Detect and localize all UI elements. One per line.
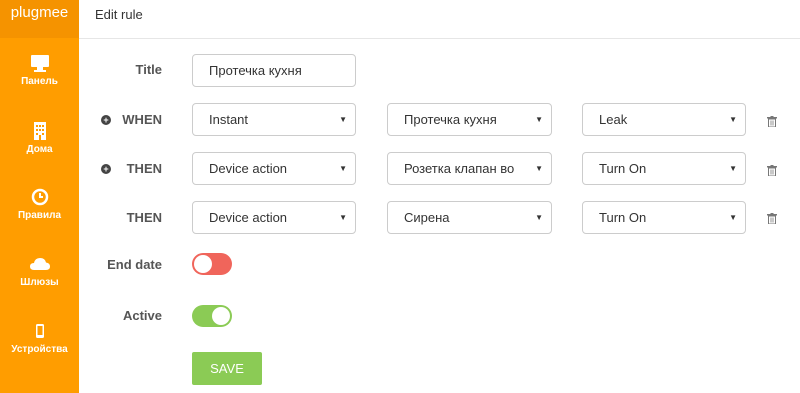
sidebar-item-label: Панель bbox=[21, 76, 58, 87]
select-value: Device action bbox=[209, 161, 288, 176]
end-date-label: End date bbox=[107, 257, 162, 272]
select-value: Протечка кухня bbox=[404, 112, 497, 127]
sidebar-item-devices[interactable]: Устройства bbox=[0, 320, 79, 355]
when-type-select[interactable]: Instant ▼ bbox=[192, 103, 356, 136]
then-label: THEN bbox=[126, 161, 162, 176]
then-action-select[interactable]: Turn On ▼ bbox=[582, 152, 746, 185]
chevron-down-icon: ▼ bbox=[535, 164, 543, 173]
page-title: Edit rule bbox=[95, 7, 143, 22]
trash-icon[interactable] bbox=[767, 116, 777, 127]
sidebar-item-homes[interactable]: Дома bbox=[0, 120, 79, 155]
when-label: WHEN bbox=[122, 112, 162, 127]
chevron-down-icon: ▼ bbox=[729, 213, 737, 222]
save-button[interactable]: SAVE bbox=[192, 352, 262, 385]
sidebar-item-label: Устройства bbox=[11, 344, 68, 355]
sidebar-item-panel[interactable]: Панель bbox=[0, 52, 79, 87]
add-action-icon[interactable]: + bbox=[101, 164, 111, 174]
then-type-select[interactable]: Device action ▼ bbox=[192, 152, 356, 185]
select-value: Instant bbox=[209, 112, 249, 127]
chevron-down-icon: ▼ bbox=[535, 115, 543, 124]
trash-icon[interactable] bbox=[767, 165, 777, 176]
sidebar: plugmee Панель Дома Правила Шлюзы Устрой… bbox=[0, 0, 79, 393]
chevron-down-icon: ▼ bbox=[729, 115, 737, 124]
chevron-down-icon: ▼ bbox=[339, 164, 347, 173]
title-label: Title bbox=[135, 62, 163, 77]
select-value: Leak bbox=[599, 112, 628, 127]
trash-icon[interactable] bbox=[767, 213, 777, 224]
chevron-down-icon: ▼ bbox=[535, 213, 543, 222]
phone-icon bbox=[35, 324, 44, 338]
sidebar-item-label: Шлюзы bbox=[20, 277, 59, 288]
active-label: Active bbox=[122, 308, 162, 323]
chevron-down-icon: ▼ bbox=[729, 164, 737, 173]
select-value: Розетка клапан во bbox=[404, 161, 515, 176]
cloud-icon bbox=[29, 258, 50, 270]
brand-logo[interactable]: plugmee bbox=[0, 0, 79, 38]
toggle-knob bbox=[194, 255, 212, 273]
when-event-select[interactable]: Leak ▼ bbox=[582, 103, 746, 136]
end-date-toggle[interactable] bbox=[192, 253, 232, 275]
when-device-select[interactable]: Протечка кухня ▼ bbox=[387, 103, 552, 136]
then-device-select[interactable]: Розетка клапан во ▼ bbox=[387, 152, 552, 185]
sidebar-item-label: Дома bbox=[26, 144, 53, 155]
top-bar: Edit rule bbox=[79, 0, 800, 39]
then-device-select[interactable]: Сирена ▼ bbox=[387, 201, 552, 234]
sidebar-item-rules[interactable]: Правила bbox=[0, 186, 79, 221]
clock-icon bbox=[31, 188, 48, 206]
select-value: Turn On bbox=[599, 210, 647, 225]
select-value: Turn On bbox=[599, 161, 647, 176]
sidebar-item-label: Правила bbox=[17, 210, 62, 221]
sidebar-item-gateways[interactable]: Шлюзы bbox=[0, 253, 79, 288]
toggle-knob bbox=[212, 307, 230, 325]
add-condition-icon[interactable]: + bbox=[101, 115, 111, 125]
title-input[interactable]: Протечка кухня bbox=[192, 54, 356, 87]
select-value: Сирена bbox=[404, 210, 450, 225]
chevron-down-icon: ▼ bbox=[339, 115, 347, 124]
building-icon bbox=[33, 122, 46, 140]
select-value: Device action bbox=[209, 210, 288, 225]
title-input-value: Протечка кухня bbox=[209, 63, 302, 78]
then-label: THEN bbox=[126, 210, 162, 225]
then-action-select[interactable]: Turn On ▼ bbox=[582, 201, 746, 234]
monitor-icon bbox=[30, 55, 49, 72]
chevron-down-icon: ▼ bbox=[339, 213, 347, 222]
active-toggle[interactable] bbox=[192, 305, 232, 327]
then-type-select[interactable]: Device action ▼ bbox=[192, 201, 356, 234]
